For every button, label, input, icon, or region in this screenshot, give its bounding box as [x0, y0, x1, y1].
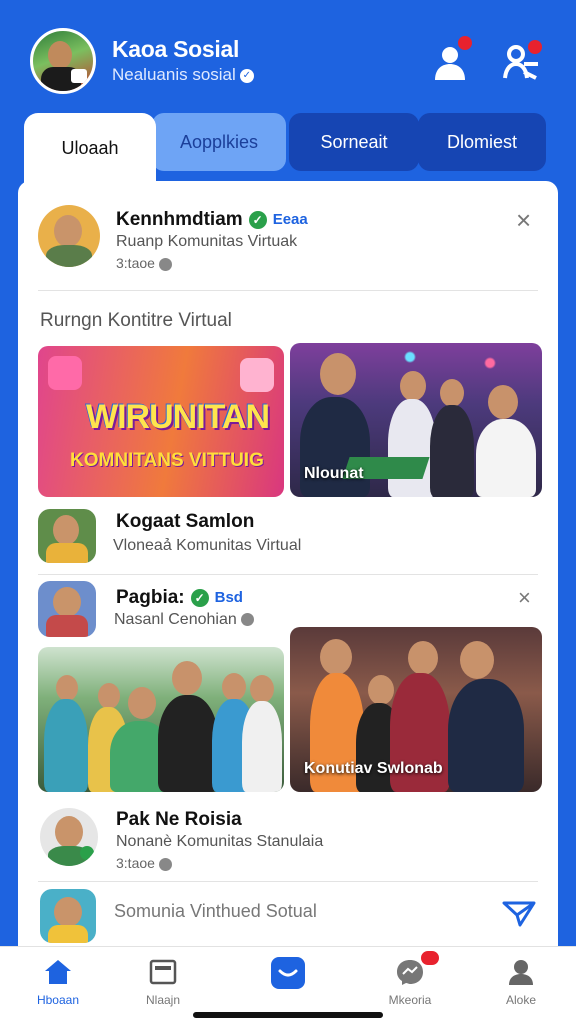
friends-icon[interactable]: [502, 38, 544, 82]
avatar[interactable]: [38, 581, 96, 637]
banner-title: WIRUNITAN: [86, 398, 270, 436]
photo-caption: Konutiav Swlonab: [304, 760, 443, 777]
photo-caption: Nlounat: [304, 465, 364, 482]
chat-bubble-icon: [271, 957, 305, 989]
tab-dlomiest[interactable]: Dlomiest: [418, 113, 546, 171]
post-author[interactable]: Pak Ne Roisia: [116, 809, 242, 831]
home-indicator: [193, 1012, 383, 1018]
post-card: Kogaat Samlon Vloneaả Komunitas Virtual: [18, 503, 558, 573]
globe-icon: [158, 857, 172, 871]
post-subtitle: Nasanl Cenohian: [114, 611, 254, 629]
author-tag: Eeaa: [272, 211, 308, 229]
nav-profile[interactable]: Aloke: [476, 957, 566, 1007]
verified-icon: ✓: [190, 588, 209, 607]
notification-badge: [526, 38, 544, 56]
post-card: Somunia Vinthued Sotual: [18, 885, 558, 947]
post-time: 3:taoe: [116, 255, 172, 271]
avatar[interactable]: [38, 509, 96, 563]
author-tag: Bsd: [214, 589, 243, 607]
nav-messenger[interactable]: Mkeoria: [365, 949, 455, 1007]
profile-icon[interactable]: [430, 34, 474, 82]
close-icon[interactable]: ×: [518, 587, 531, 609]
feed: Kennhmdtiam ✓ Eeaa Ruanp Komunitas Virtuak…: [18, 181, 558, 947]
user-avatar[interactable]: [30, 28, 96, 94]
tab-beranda[interactable]: Uloaah: [24, 113, 156, 183]
divider: [38, 881, 538, 882]
photo-thumbnail[interactable]: Konutiav Swlonab: [290, 627, 542, 792]
divider: [38, 290, 538, 291]
post-card: Pak Ne Roisia Nonanè Komunitas Stanulaia…: [18, 801, 558, 881]
avatar[interactable]: [40, 808, 98, 866]
photo-thumbnail[interactable]: [38, 647, 284, 792]
tab-applikasi[interactable]: Aopplkies: [152, 113, 286, 171]
post-subtitle: Nonanè Komunitas Stanulaia: [116, 833, 324, 850]
app-subtitle: Nealuanis sosial ✓: [112, 65, 254, 85]
tab-bar: Aopplkies Sorneait Dlomiest Uloaah: [24, 113, 546, 183]
avatar[interactable]: [40, 889, 96, 943]
photo-thumbnail[interactable]: Nlounat: [290, 343, 542, 497]
avatar[interactable]: [38, 205, 100, 267]
notification-badge: [419, 949, 441, 967]
globe-icon: [158, 257, 172, 271]
verified-icon: ✓: [248, 210, 267, 229]
send-icon[interactable]: [502, 899, 536, 929]
app-header: Kaoa Sosial Nealuanis sosial ✓: [0, 0, 576, 112]
divider: [38, 574, 538, 575]
verified-icon: ✓: [239, 68, 254, 83]
close-icon[interactable]: ×: [516, 207, 531, 233]
nav-home[interactable]: Hboaan: [13, 957, 103, 1007]
post-author[interactable]: Kennhmdtiam ✓ Eeaa: [116, 209, 308, 231]
post-author[interactable]: Kogaat Samlon: [116, 511, 254, 533]
profile-icon: [506, 957, 536, 987]
globe-icon: [240, 613, 254, 627]
nav-chat[interactable]: [243, 957, 333, 995]
post-subtitle: Ruanp Komunitas Virtuak: [116, 233, 298, 250]
app-title: Kaoa Sosial: [112, 36, 240, 62]
nav-news[interactable]: Nlaajn: [118, 957, 208, 1007]
section-label: Rurngn Kontitre Virtual: [40, 310, 232, 331]
tab-sorneait[interactable]: Sorneait: [289, 113, 419, 171]
messenger-icon: [395, 949, 441, 987]
post-author[interactable]: Pagbia: ✓ Bsd: [116, 587, 243, 609]
banner-subtitle: KOMNITANS VITTUIG: [70, 450, 264, 471]
post-card: Kennhmdtiam ✓ Eeaa Ruanp Komunitas Virtuak…: [18, 181, 558, 291]
home-icon: [43, 957, 73, 987]
news-icon: [148, 957, 178, 987]
composer-placeholder[interactable]: Somunia Vinthued Sotual: [114, 901, 317, 922]
notification-badge: [456, 34, 474, 52]
post-subtitle: Vloneaả Komunitas Virtual: [113, 537, 302, 554]
community-banner[interactable]: WIRUNITAN KOMNITANS VITTUIG: [38, 346, 284, 497]
post-time: 3:taoe: [116, 855, 172, 871]
